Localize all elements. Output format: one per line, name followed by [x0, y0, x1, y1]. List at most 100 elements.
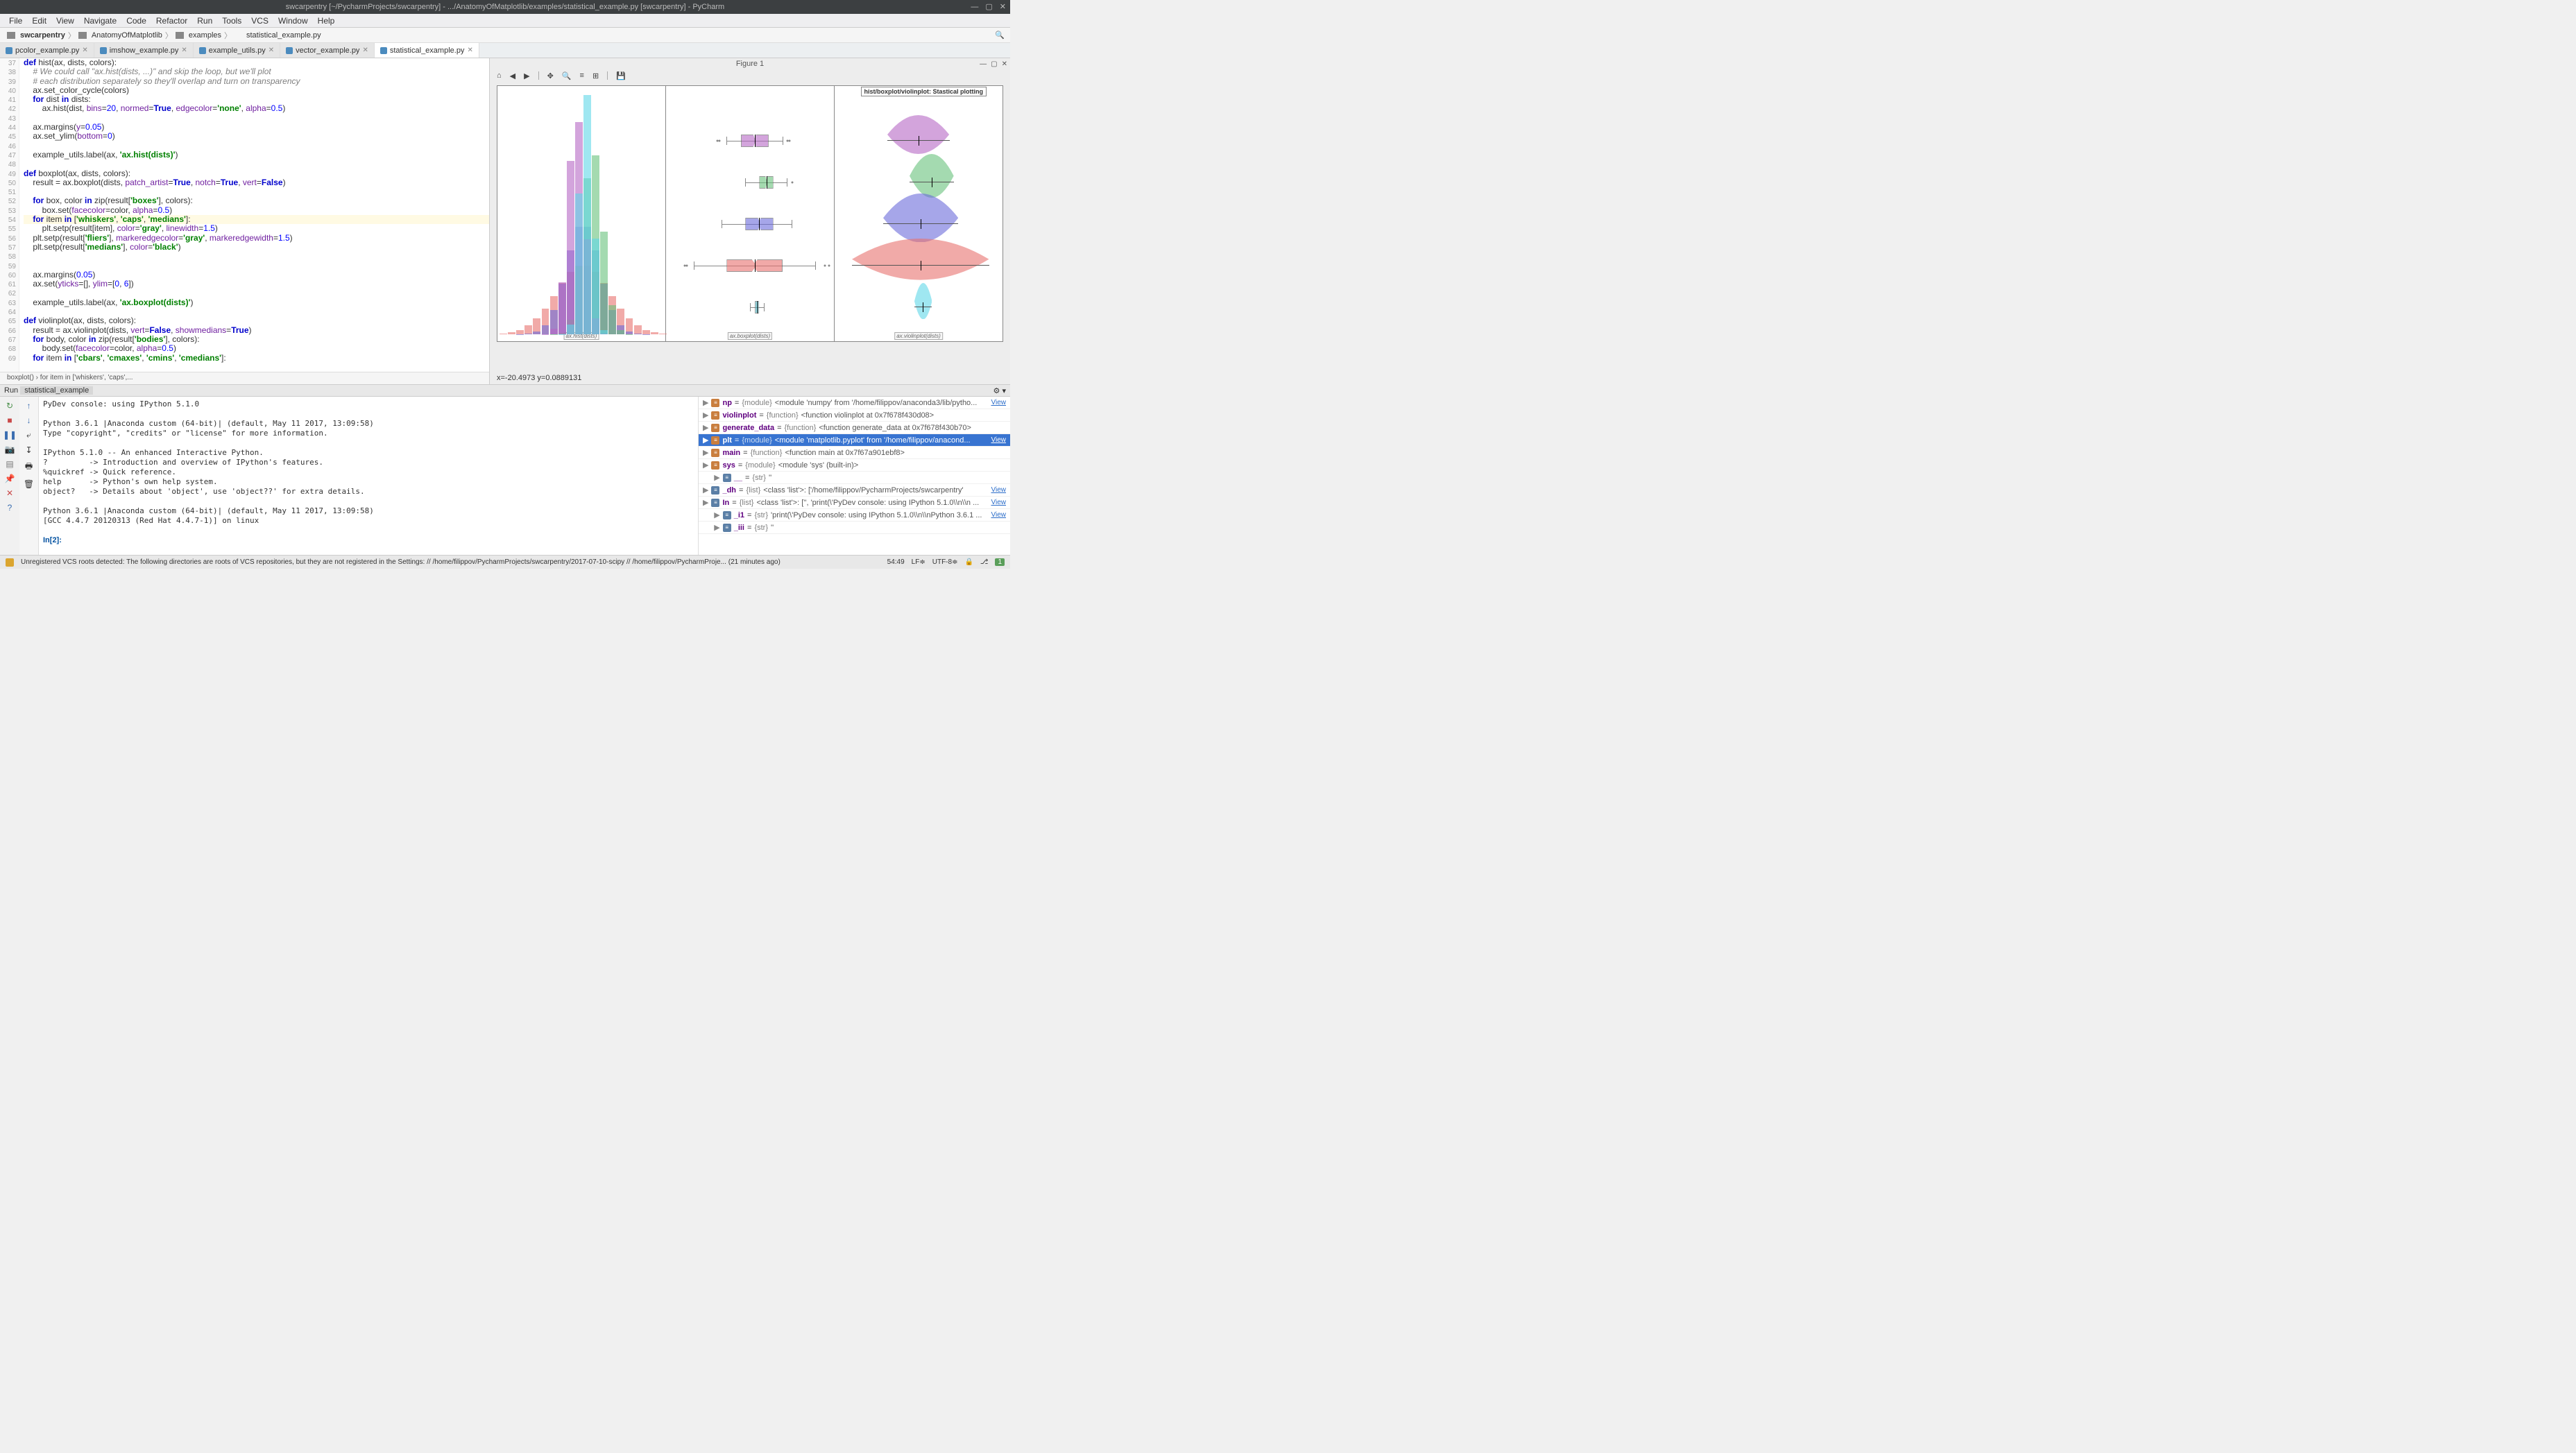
- expand-icon[interactable]: ▶: [714, 510, 719, 519]
- run-config[interactable]: statistical_example: [20, 386, 93, 395]
- menu-tools[interactable]: Tools: [217, 16, 246, 26]
- fig-minimize-button[interactable]: —: [980, 58, 987, 70]
- home-icon[interactable]: ⌂: [497, 71, 502, 80]
- close-icon[interactable]: ✕: [181, 46, 187, 54]
- expand-icon[interactable]: ▶: [714, 473, 719, 482]
- tab-vector[interactable]: vector_example.py✕: [280, 43, 375, 58]
- forward-icon[interactable]: ▶: [524, 71, 529, 80]
- fig-maximize-button[interactable]: ▢: [991, 58, 997, 70]
- wrap-icon[interactable]: ⤶: [26, 430, 31, 440]
- view-link[interactable]: View: [991, 399, 1007, 406]
- view-link[interactable]: View: [991, 436, 1007, 444]
- code-area[interactable]: def hist(ax, dists, colors): # We could …: [19, 58, 489, 372]
- menu-refactor[interactable]: Refactor: [151, 16, 192, 26]
- expand-icon[interactable]: ▶: [703, 461, 708, 470]
- warning-icon[interactable]: [6, 558, 14, 567]
- close-icon[interactable]: ✕: [268, 46, 274, 54]
- dump-icon[interactable]: 📷: [5, 445, 15, 454]
- menu-edit[interactable]: Edit: [27, 16, 51, 26]
- config-icon[interactable]: ≡: [580, 71, 584, 80]
- trash-icon[interactable]: 🗑: [24, 479, 34, 489]
- code-breadcrumb[interactable]: boxplot() › for item in ['whiskers', 'ca…: [0, 372, 489, 384]
- scroll-icon[interactable]: ↧: [25, 445, 32, 455]
- expand-icon[interactable]: ▶: [703, 448, 708, 457]
- save-icon[interactable]: 💾: [616, 71, 626, 80]
- expand-icon[interactable]: ▶: [703, 423, 708, 432]
- var-row-__[interactable]: ▶≡ __ = {str} '': [699, 472, 1010, 484]
- crumb-folder-2[interactable]: examples: [176, 31, 221, 40]
- down-icon[interactable]: ↓: [27, 415, 31, 425]
- close-panel-icon[interactable]: ✕: [6, 488, 13, 498]
- var-value: <module 'numpy' from '/home/filippov/ana…: [775, 399, 989, 407]
- crumb-folder-1[interactable]: AnatomyOfMatplotlib: [78, 31, 162, 40]
- var-type: {module}: [742, 399, 771, 407]
- lock-icon[interactable]: 🔒: [964, 558, 973, 566]
- search-icon[interactable]: 🔍: [995, 31, 1005, 40]
- expand-icon[interactable]: ▶: [703, 485, 708, 495]
- crumb-file[interactable]: statistical_example.py: [234, 31, 321, 40]
- var-row-In[interactable]: ▶≡ In = {list} <class 'list'>: ['', 'pri…: [699, 497, 1010, 509]
- axes-icon[interactable]: ⊞: [592, 71, 599, 80]
- var-row-violinplot[interactable]: ▶≡ violinplot = {function} <function vio…: [699, 409, 1010, 422]
- var-row-_dh[interactable]: ▶≡ _dh = {list} <class 'list'>: ['/home/…: [699, 484, 1010, 497]
- file-encoding[interactable]: UTF-8≑: [932, 558, 958, 566]
- git-icon[interactable]: ⎇: [980, 558, 989, 566]
- pin-icon[interactable]: 📌: [5, 474, 15, 483]
- var-row-_i1[interactable]: ▶≡ _i1 = {str} 'print(\'PyDev console: u…: [699, 509, 1010, 522]
- var-row-np[interactable]: ▶≡ np = {module} <module 'numpy' from '/…: [699, 397, 1010, 409]
- help-icon[interactable]: ?: [8, 503, 12, 513]
- expand-icon[interactable]: ▶: [714, 523, 719, 532]
- stop-icon[interactable]: ■: [7, 415, 12, 425]
- indicator-badge[interactable]: 1: [995, 558, 1005, 566]
- var-row-_iii[interactable]: ▶≡ _iii = {str} '': [699, 522, 1010, 534]
- menu-view[interactable]: View: [51, 16, 79, 26]
- figure-canvas[interactable]: hist/boxplot/violinplot: Stastical plott…: [490, 81, 1010, 372]
- var-row-generate_data[interactable]: ▶≡ generate_data = {function} <function …: [699, 422, 1010, 434]
- view-link[interactable]: View: [991, 511, 1007, 519]
- rerun-icon[interactable]: ↻: [6, 401, 13, 411]
- expand-icon[interactable]: ▶: [703, 411, 708, 420]
- var-row-main[interactable]: ▶≡ main = {function} <function main at 0…: [699, 447, 1010, 459]
- tab-imshow[interactable]: imshow_example.py✕: [94, 43, 194, 58]
- view-link[interactable]: View: [991, 499, 1007, 506]
- zoom-icon[interactable]: 🔍: [562, 71, 572, 80]
- var-row-sys[interactable]: ▶≡ sys = {module} <module 'sys' (built-i…: [699, 459, 1010, 472]
- tab-pcolor[interactable]: pcolor_example.py✕: [0, 43, 94, 58]
- tab-statistical[interactable]: statistical_example.py✕: [375, 43, 479, 58]
- view-link[interactable]: View: [991, 486, 1007, 494]
- variables-panel[interactable]: ▶≡ np = {module} <module 'numpy' from '/…: [698, 397, 1010, 555]
- up-icon[interactable]: ↑: [27, 401, 31, 411]
- menu-help[interactable]: Help: [313, 16, 340, 26]
- var-row-plt[interactable]: ▶≡ plt = {module} <module 'matplotlib.py…: [699, 434, 1010, 447]
- expand-icon[interactable]: ▶: [703, 436, 708, 445]
- expand-icon[interactable]: ▶: [703, 398, 708, 407]
- maximize-button[interactable]: ▢: [985, 0, 992, 14]
- close-icon[interactable]: ✕: [82, 46, 87, 54]
- gear-icon[interactable]: ⚙ ▾: [993, 386, 1006, 395]
- pause-icon[interactable]: ❚❚: [3, 430, 17, 440]
- layout-icon[interactable]: ▤: [6, 459, 13, 469]
- folder-icon: [78, 32, 87, 39]
- code-editor[interactable]: 37 38 39 40 41 42 43 44 45 46 47 48 49 5…: [0, 58, 489, 384]
- line-separator[interactable]: LF≑: [912, 558, 926, 566]
- var-name: main: [722, 449, 740, 457]
- menu-window[interactable]: Window: [273, 16, 313, 26]
- console-output[interactable]: PyDev console: using IPython 5.1.0 Pytho…: [39, 397, 698, 555]
- menu-file[interactable]: File: [4, 16, 27, 26]
- close-button[interactable]: ✕: [1000, 0, 1006, 14]
- print-icon[interactable]: 🖶: [25, 460, 33, 474]
- tab-example-utils[interactable]: example_utils.py✕: [194, 43, 280, 58]
- expand-icon[interactable]: ▶: [703, 498, 708, 507]
- var-type: {module}: [745, 461, 775, 470]
- close-icon[interactable]: ✕: [467, 46, 472, 54]
- pan-icon[interactable]: ✥: [547, 71, 554, 80]
- minimize-button[interactable]: —: [971, 0, 978, 14]
- menu-run[interactable]: Run: [192, 16, 217, 26]
- back-icon[interactable]: ◀: [510, 71, 515, 80]
- crumb-project[interactable]: swcarpentry: [7, 31, 65, 40]
- menu-navigate[interactable]: Navigate: [79, 16, 121, 26]
- menu-code[interactable]: Code: [121, 16, 151, 26]
- fig-close-button[interactable]: ✕: [1002, 58, 1007, 70]
- close-icon[interactable]: ✕: [362, 46, 368, 54]
- menu-vcs[interactable]: VCS: [246, 16, 273, 26]
